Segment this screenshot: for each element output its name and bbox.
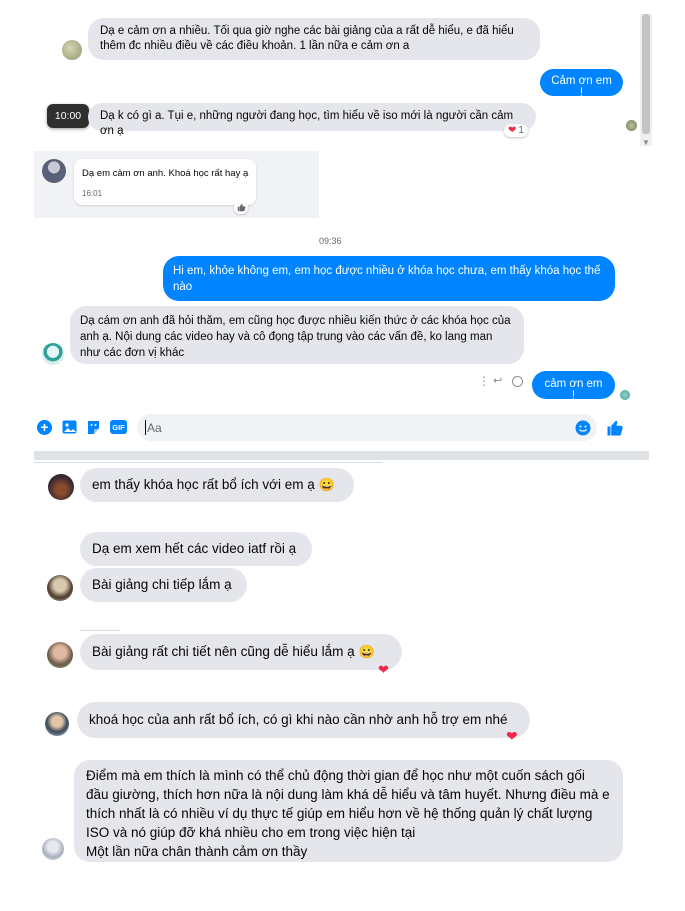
message-incoming[interactable]: Dạ e cảm ơn a nhiều. Tối qua giờ nghe cá… <box>88 18 540 60</box>
feedback-message[interactable]: Bài giảng rất chi tiết nên cũng dễ hiểu … <box>80 634 402 670</box>
heart-reaction-icon[interactable]: ❤ <box>506 728 518 745</box>
thumbs-up-icon[interactable] <box>605 418 624 437</box>
message-text: Cảm ơn em ! <box>551 75 612 99</box>
message-text: Dạ cám ơn anh đã hỏi thăm, em cũng học đ… <box>80 315 511 359</box>
message-text: Hi em, khỏe không em, em học được nhiều … <box>173 265 601 293</box>
message-text: khoá học của anh rất bổ ích, có gì khi n… <box>89 712 508 727</box>
heart-reaction-icon[interactable]: ❤ <box>378 662 389 678</box>
reply-icon[interactable]: ↩ <box>493 374 502 387</box>
divider-bar <box>34 451 649 460</box>
input-placeholder: Aa <box>147 421 162 435</box>
avatar[interactable] <box>42 343 64 365</box>
seen-avatar <box>620 390 630 400</box>
message-text: em thấy khóa học rất bổ ích với em ạ <box>92 477 315 492</box>
avatar[interactable] <box>42 838 64 860</box>
message-text: Dạ em cảm ơn anh. Khoá học rất hay ạ <box>82 168 249 179</box>
chat-card: Dạ em cảm ơn anh. Khoá học rất hay ạ 16:… <box>34 151 319 218</box>
message-text: cảm ơn em ! <box>544 378 603 402</box>
feedback-message[interactable]: Bài giảng chi tiếp lắm ạ <box>80 568 247 602</box>
avatar[interactable] <box>62 40 82 60</box>
timestamp-tooltip: 10:00 <box>47 104 89 128</box>
feedback-message[interactable]: Dạ em xem hết các video iatf rồi ạ <box>80 532 312 566</box>
divider-line <box>80 630 120 631</box>
tooltip-time: 10:00 <box>54 110 82 122</box>
message-text: Dạ em xem hết các video iatf rồi ạ <box>92 541 297 556</box>
avatar[interactable] <box>47 575 73 601</box>
feedback-list: em thấy khóa học rất bổ ích với em ạ 😀 D… <box>0 462 685 911</box>
message-outgoing[interactable]: Hi em, khỏe không em, em học được nhiều … <box>163 256 615 301</box>
avatar[interactable] <box>48 474 74 500</box>
smile-emoji-icon: 😀 <box>318 477 335 492</box>
message-incoming[interactable]: Dạ cám ơn anh đã hỏi thăm, em cũng học đ… <box>70 306 524 364</box>
scroll-down-arrow-icon[interactable]: ▼ <box>642 138 650 147</box>
avatar[interactable] <box>47 642 73 668</box>
image-icon[interactable] <box>62 420 77 434</box>
smile-emoji-icon: 😀 <box>358 644 375 659</box>
like-icon[interactable] <box>234 201 248 214</box>
message-text: Một lần nữa chân thành cảm ơn thầy <box>86 844 308 859</box>
divider-line <box>34 462 382 463</box>
message-text: Điểm mà em thích là mình có thể chủ động… <box>86 768 610 840</box>
gif-icon[interactable]: GIF <box>110 420 127 434</box>
heart-reaction-icon: ❤ <box>508 125 517 136</box>
reaction-count: 1 <box>518 125 524 136</box>
message-incoming[interactable]: Dạ k có gì a. Tụi e, những người đang họ… <box>88 103 536 137</box>
message-outgoing[interactable]: Cảm ơn em ! <box>540 69 623 99</box>
chat-panel-top: ▼ Dạ e cảm ơn a nhiều. Tối qua giờ nghe … <box>0 0 656 150</box>
message-input[interactable]: Aa <box>137 414 597 441</box>
feedback-message[interactable]: em thấy khóa học rất bổ ích với em ạ 😀 <box>80 468 354 502</box>
message-time: 16:01 <box>82 189 103 198</box>
feedback-message[interactable]: khoá học của anh rất bổ ích, có gì khi n… <box>77 702 530 738</box>
seen-avatar <box>626 120 637 131</box>
time-divider: 09:36 <box>319 236 342 246</box>
sticker-icon[interactable] <box>86 420 101 435</box>
chat-panel-messenger: 09:36 Hi em, khỏe không em, em học được … <box>34 222 634 450</box>
feedback-message[interactable]: Điểm mà em thích là mình có thể chủ động… <box>74 760 623 862</box>
more-options-icon[interactable]: ⋮ <box>478 374 490 388</box>
react-emoji-icon[interactable] <box>512 376 523 387</box>
input-cursor <box>145 420 146 435</box>
scrollbar-thumb[interactable] <box>642 14 650 134</box>
emoji-icon[interactable] <box>575 420 591 436</box>
card-message[interactable]: Dạ em cảm ơn anh. Khoá học rất hay ạ 16:… <box>74 159 256 205</box>
composer-bar: + GIF Aa <box>34 410 634 446</box>
gif-label: GIF <box>112 422 125 432</box>
add-plus-icon[interactable]: + <box>37 420 52 435</box>
reaction-badge[interactable]: ❤ 1 <box>504 124 528 137</box>
message-text: Dạ k có gì a. Tụi e, những người đang họ… <box>100 110 514 137</box>
avatar[interactable] <box>45 712 69 736</box>
message-text: Bài giảng chi tiếp lắm ạ <box>92 577 232 592</box>
message-outgoing[interactable]: cảm ơn em ! <box>532 371 615 402</box>
message-text: Bài giảng rất chi tiết nên cũng dễ hiểu … <box>92 644 355 659</box>
avatar[interactable] <box>42 159 66 183</box>
message-text: Dạ e cảm ơn a nhiều. Tối qua giờ nghe cá… <box>100 25 514 52</box>
